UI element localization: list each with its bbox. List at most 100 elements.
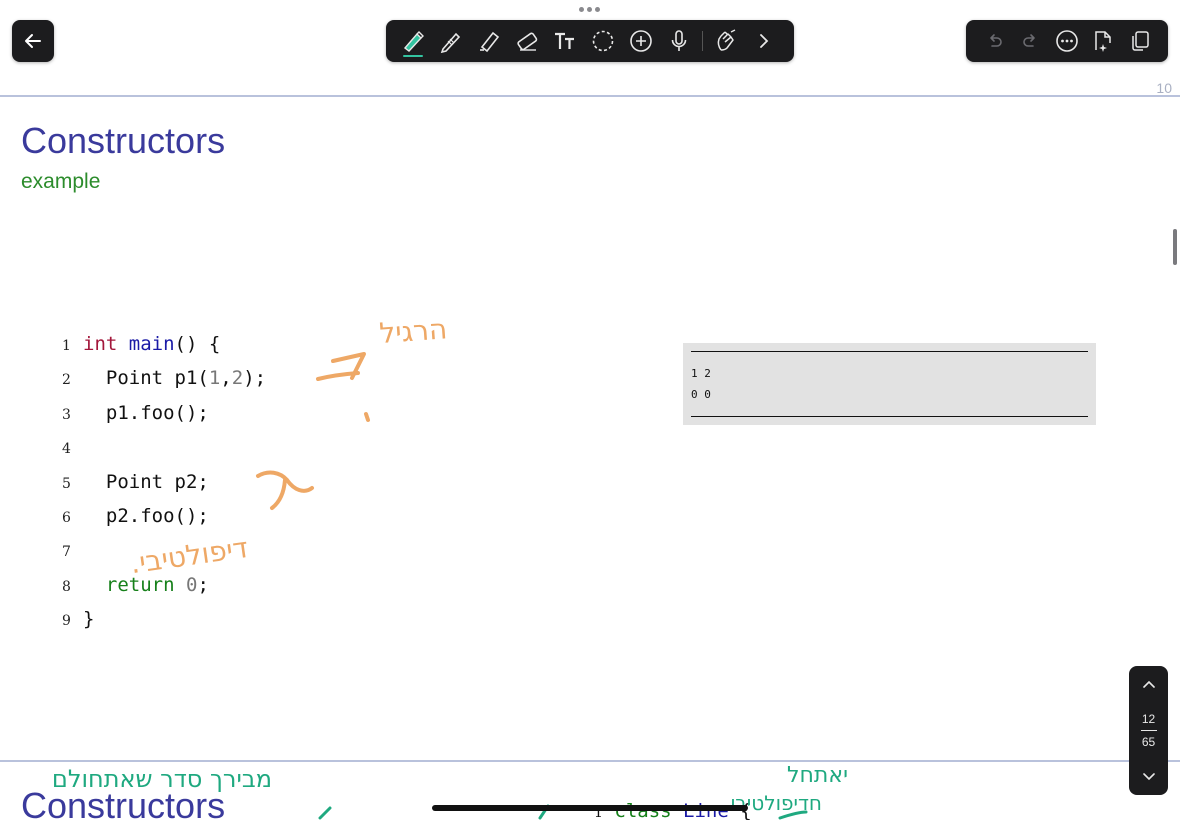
code-line: 8 return 0; (62, 568, 266, 602)
lasso-tool[interactable] (584, 20, 622, 62)
redo-icon (1022, 34, 1035, 47)
bracket-stroke (270, 478, 287, 510)
window-grabber[interactable] (579, 7, 600, 12)
code-listing: 1 int main() { 2 Point p1(1,2); 3 p1.foo(… (62, 327, 266, 637)
arrow-left-icon (25, 34, 41, 48)
line-number: 5 (62, 475, 71, 492)
chevron-down-icon (1142, 773, 1155, 781)
total-pages: 65 (1141, 735, 1156, 749)
code-line: 3 p1.foo(); (62, 396, 266, 430)
code-token: Point p1( (83, 367, 209, 390)
code-token: ; (197, 573, 209, 596)
next-page-button[interactable] (1134, 763, 1164, 789)
page-number: 10 (1156, 80, 1172, 96)
code-line: 1 int main() { (62, 327, 266, 361)
code-line: 6 p2.foo(); (62, 499, 266, 533)
document-actions (966, 20, 1168, 62)
line-number: 2 (62, 372, 71, 389)
lasso-icon (592, 30, 614, 52)
code-token: return (105, 573, 175, 596)
code-token: Point p2; (83, 470, 209, 493)
more-tools-button[interactable] (745, 20, 783, 62)
output-rule-top (691, 351, 1088, 352)
pen-icon (440, 32, 461, 54)
hand-draw-icon (717, 29, 736, 51)
pen-tool[interactable] (432, 20, 470, 62)
code-line: 2 Point p1(1,2); (62, 361, 266, 395)
previous-page-button[interactable] (1134, 672, 1164, 698)
undo-button[interactable] (976, 20, 1012, 62)
program-output-box: 1 2 0 0 (683, 343, 1096, 425)
page-counter-divider (1140, 730, 1157, 731)
line-number: 8 (62, 578, 71, 595)
code-token: main (128, 333, 175, 355)
output-rule-bottom (691, 416, 1088, 417)
ink-stroke (778, 810, 808, 820)
code-token: , (220, 367, 232, 390)
page-navigator: 12 65 (1129, 666, 1168, 795)
more-options-button[interactable] (1049, 20, 1085, 62)
home-indicator[interactable] (432, 805, 748, 811)
slide-title: Constructors (21, 120, 226, 161)
highlighter-pen-icon (403, 31, 424, 52)
hand-tool[interactable] (707, 20, 745, 62)
toolbar-separator (702, 31, 703, 51)
pages-button[interactable] (1122, 20, 1158, 62)
add-tool[interactable] (622, 20, 660, 62)
code-token: } (83, 608, 95, 631)
chevron-right-icon (760, 34, 769, 48)
page-counter[interactable]: 12 65 (1140, 712, 1157, 749)
arrow-head (331, 352, 366, 380)
copy-pages-icon (1132, 31, 1149, 51)
code-token: 2 (231, 367, 244, 390)
slide-subtitle: example (21, 170, 101, 193)
plus-circle-icon (630, 30, 652, 52)
output-line: 1 2 (691, 367, 711, 380)
text-tool[interactable] (546, 20, 584, 62)
code-line: 5 Point p2; (62, 465, 266, 499)
chevron-up-icon (1142, 680, 1155, 688)
code-token: () { (174, 333, 221, 355)
bracket-stroke (256, 470, 314, 493)
code-token: 1 (208, 367, 221, 390)
page-divider (0, 95, 1180, 97)
export-button[interactable] (1085, 20, 1121, 62)
microphone-tool[interactable] (660, 20, 698, 62)
code-line: 4 (62, 430, 266, 464)
code-token: p1.foo(); (83, 401, 209, 424)
code-line: 9} (62, 602, 266, 636)
next-slide-title: Constructors (21, 785, 226, 820)
current-page: 12 (1141, 712, 1156, 726)
page-divider (0, 760, 1180, 762)
line-number: 9 (62, 613, 71, 630)
annotation-text: יאתחל (787, 763, 848, 788)
line-number: 7 (62, 544, 71, 561)
text-icon (555, 32, 574, 49)
ink-dot (364, 412, 370, 422)
highlighter-icon (480, 31, 500, 53)
export-sparkle-icon (1095, 31, 1112, 52)
ellipsis-circle-icon (1056, 30, 1078, 52)
line-number: 1 (62, 338, 71, 354)
code-token: 0 (185, 573, 198, 596)
line-number: 6 (62, 509, 71, 526)
eraser-icon (517, 32, 538, 51)
drawing-toolbar (386, 20, 794, 62)
redo-button[interactable] (1012, 20, 1048, 62)
highlighter-tool[interactable] (470, 20, 508, 62)
line-number: 3 (62, 406, 71, 423)
undo-icon (990, 34, 1002, 47)
code-token: int (83, 333, 118, 355)
annotation-text: הרגיל (378, 312, 448, 350)
highlighter-pen-tool[interactable] (394, 20, 432, 62)
arrow-stroke (316, 371, 360, 381)
code-token: ); (243, 367, 267, 390)
line-number: 4 (62, 441, 71, 458)
eraser-tool[interactable] (508, 20, 546, 62)
back-button[interactable] (12, 20, 54, 62)
microphone-icon (671, 30, 687, 51)
code-token: p2.foo(); (83, 504, 209, 527)
scroll-indicator[interactable] (1173, 229, 1177, 265)
output-line: 0 0 (691, 388, 711, 401)
